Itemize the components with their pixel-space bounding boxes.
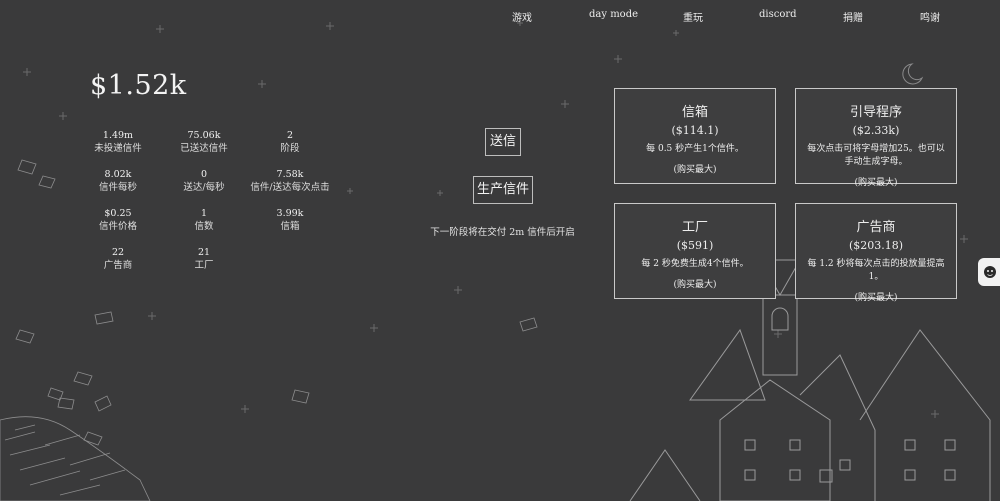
stat-label: 信件每秒 (98, 182, 137, 193)
stat-mailboxes: 3.99k 信箱 (245, 207, 335, 233)
shop-advertiser-card[interactable]: 广告商 ($203.18) 每 1.2 秒将每次点击的投放量提高 1。 (购买最… (795, 203, 957, 303)
card-title: 广告商 (856, 220, 896, 235)
stat-letter-count: 1 信数 (159, 207, 249, 233)
stat-label: 已送达信件 (180, 143, 228, 154)
card-description: 每次点击可将字母增加25。也可以手动生成字母。 (807, 144, 945, 167)
shop-mailbox-card[interactable]: 信箱 ($114.1) 每 0.5 秒产生1个信件。 (购买最大) (614, 88, 776, 184)
stat-label: 未投递信件 (94, 143, 142, 154)
stat-undelivered: 1.49m 未投递信件 (73, 129, 163, 155)
stat-value: 75.06k (187, 130, 221, 141)
money-display: $1.52k (90, 70, 187, 101)
card-title: 工厂 (681, 220, 708, 235)
stat-letters-per-sec: 8.02k 信件每秒 (73, 168, 163, 194)
card-title: 信箱 (681, 105, 708, 120)
stat-letter-price: $0.25 信件价格 (73, 207, 163, 233)
card-price: ($591) (676, 239, 714, 252)
stat-value: 7.58k (276, 169, 304, 180)
card-price: ($114.1) (671, 124, 719, 137)
face-icon[interactable] (978, 258, 1000, 286)
stat-label: 信件/送达每次点击 (250, 182, 330, 193)
next-stage-note: 下一阶段将在交付 2m 信件后开启 (430, 227, 575, 238)
top-nav: 游戏 day mode 重玩 discord 捐赠 鸣谢 (0, 9, 1000, 25)
send-letter-button[interactable]: 送信 (485, 128, 521, 156)
stat-value: 1.49m (102, 130, 134, 141)
stat-value: 21 (197, 247, 211, 258)
stat-value: 1 (200, 208, 208, 219)
stat-value: 2 (286, 130, 294, 141)
stat-factories: 21 工厂 (159, 246, 249, 272)
buy-max-button[interactable]: (购买最大) (796, 290, 956, 303)
buy-max-button[interactable]: (购买最大) (796, 175, 956, 188)
stat-value: 22 (111, 247, 125, 258)
stat-value: $0.25 (104, 208, 132, 219)
stat-label: 送达/每秒 (183, 182, 225, 193)
card-price: ($203.18) (848, 239, 904, 252)
produce-letter-button[interactable]: 生产信件 (473, 176, 533, 204)
stat-delivered: 75.06k 已送达信件 (159, 129, 249, 155)
card-description: 每 2 秒免费生成4个信件。 (641, 259, 749, 269)
nav-day-mode[interactable]: day mode (589, 9, 638, 20)
shop-bootloader-card[interactable]: 引导程序 ($2.33k) 每次点击可将字母增加25。也可以手动生成字母。 (购… (795, 88, 957, 188)
stat-advertisers: 22 广告商 (73, 246, 163, 272)
stat-value: 8.02k (104, 169, 132, 180)
stat-label: 信数 (194, 221, 214, 232)
stat-stage: 2 阶段 (245, 129, 335, 155)
nav-restart[interactable]: 重玩 (683, 9, 703, 24)
buy-max-button[interactable]: (购买最大) (615, 277, 775, 290)
stat-label: 工厂 (194, 260, 214, 271)
card-title: 引导程序 (849, 105, 902, 120)
stat-label: 信件价格 (98, 221, 137, 232)
game-screen: 游戏 day mode 重玩 discord 捐赠 鸣谢 $1.52k 1.49… (0, 0, 1000, 501)
card-description: 每 0.5 秒产生1个信件。 (646, 144, 744, 154)
nav-game[interactable]: 游戏 (512, 9, 532, 24)
card-description: 每 1.2 秒将每次点击的投放量提高 1。 (807, 259, 945, 282)
nav-donate[interactable]: 捐赠 (843, 9, 863, 24)
stat-value: 3.99k (276, 208, 304, 219)
face-icon-graphic (984, 266, 996, 278)
stat-letters-per-click: 7.58k 信件/送达每次点击 (245, 168, 335, 194)
card-price: ($2.33k) (852, 124, 900, 137)
stat-label: 广告商 (103, 260, 133, 271)
nav-credits[interactable]: 鸣谢 (920, 9, 940, 24)
stat-deliveries-per-sec: 0 送达/每秒 (159, 168, 249, 194)
stat-label: 阶段 (280, 143, 300, 154)
buy-max-button[interactable]: (购买最大) (615, 162, 775, 175)
stat-value: 0 (200, 169, 208, 180)
stat-label: 信箱 (280, 221, 300, 232)
moon-icon (902, 63, 924, 85)
nav-discord[interactable]: discord (759, 9, 797, 20)
shop-factory-card[interactable]: 工厂 ($591) 每 2 秒免费生成4个信件。 (购买最大) (614, 203, 776, 299)
